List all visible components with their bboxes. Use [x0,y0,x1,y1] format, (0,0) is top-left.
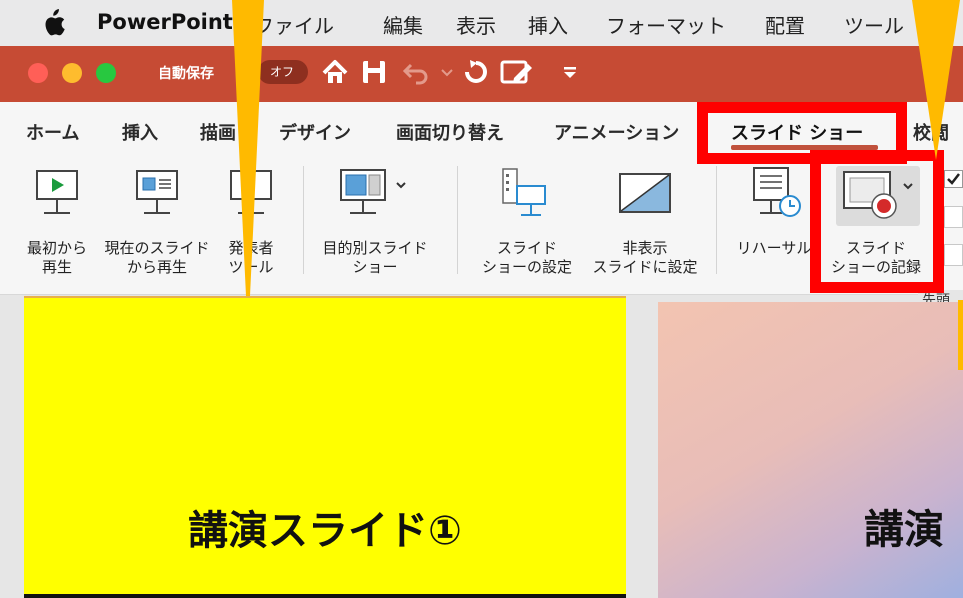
menu-format[interactable]: フォーマット [606,10,726,39]
customize-toolbar-icon[interactable] [562,66,578,80]
play-from-current-icon [136,170,178,214]
hide-slide-button[interactable]: 非表示 スライドに設定 [584,164,706,276]
timings-checkbox[interactable] [944,206,963,228]
play-from-start-icon [36,170,78,214]
minimize-window-button[interactable] [62,63,82,83]
play-from-current-button[interactable]: 現在のスライド から再生 [100,164,214,276]
hide-slide-label-2: スライドに設定 [592,258,698,276]
setup-slideshow-label-2: ショーの設定 [481,258,572,276]
menu-bar: PowerPoint ファイル 編集 表示 挿入 フォーマット 配置 ツール [0,0,963,46]
custom-slideshow-button[interactable]: 目的別スライド ショー [314,164,436,276]
tab-transitions[interactable]: 画面切り替え [396,119,504,145]
rehearse-timings-icon [753,167,801,217]
tab-home[interactable]: ホーム [26,119,79,145]
play-from-start-button[interactable]: 最初から 再生 [20,164,94,276]
title-bar: 自動保存 オフ [0,46,963,102]
slide-1-title: 講演スライド① [188,508,462,554]
menu-edit[interactable]: 編集 [383,10,423,39]
slide-2-thumbnail[interactable]: 講演 [658,302,963,598]
menu-view[interactable]: 表示 [456,10,496,39]
ribbon-divider [716,166,717,274]
tab-animations[interactable]: アニメーション [554,119,679,145]
save-icon[interactable] [360,58,388,86]
custom-slideshow-icon [340,169,406,214]
hide-slide-icon [619,173,671,213]
setup-slideshow-label-1: スライド [496,239,557,257]
zoom-window-button[interactable] [96,63,116,83]
menu-tools[interactable]: ツール [844,10,904,39]
custom-slideshow-label-1: 目的別スライド [322,239,428,257]
slide-2-title: 講演 [864,507,944,553]
rehearse-timings-label: リハーサル [736,239,812,257]
pointer-arrow-left [232,0,264,296]
undo-icon[interactable] [402,58,430,86]
media-controls-checkbox[interactable] [944,244,963,266]
play-from-start-label-1: 最初から [26,239,87,257]
slide-1-thumbnail[interactable]: 講演スライド① [24,296,626,598]
setup-slideshow-button[interactable]: スライド ショーの設定 [474,164,580,276]
tab-design[interactable]: デザイン [279,119,351,145]
hide-slide-label-1: 非表示 [622,239,668,257]
rehearse-timings-button[interactable]: リハーサル [726,164,822,274]
close-window-button[interactable] [28,63,48,83]
pointer-arrow-right [912,0,960,160]
slide-1-bottom-edge [24,594,626,598]
ribbon-divider [457,166,458,274]
apple-icon[interactable] [40,9,66,37]
ribbon-divider [303,166,304,274]
custom-slideshow-label-2: ショー [352,258,398,276]
pointer-arrow-right-tail [958,300,963,370]
menu-arrange[interactable]: 配置 [765,10,805,39]
autosave-label: 自動保存 [158,66,214,82]
undo-dropdown-icon[interactable] [440,68,454,78]
play-from-current-label-2: から再生 [126,258,187,276]
narrations-checkbox[interactable] [944,170,963,188]
redo-icon[interactable] [462,58,490,86]
home-icon[interactable] [320,58,350,88]
setup-slideshow-icon [502,168,546,216]
app-name-menu[interactable]: PowerPoint [97,10,233,34]
slideshow-edit-icon[interactable] [500,58,534,88]
play-from-start-label-2: 再生 [41,258,72,276]
play-from-current-label-1: 現在のスライド [104,239,210,257]
menu-insert[interactable]: 挿入 [528,10,568,39]
checkmark-icon [947,173,960,185]
highlight-box-record-button [810,150,944,293]
tab-insert[interactable]: 挿入 [122,119,158,145]
